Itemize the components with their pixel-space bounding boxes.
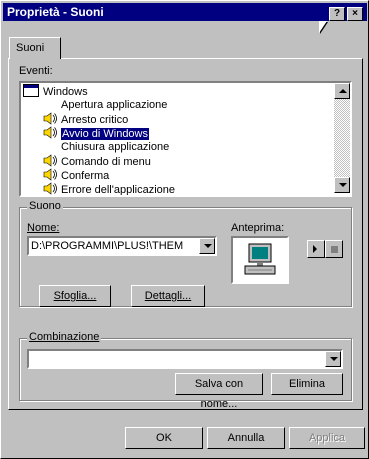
list-item[interactable]: Errore dell'applicazione	[43, 182, 175, 196]
computer-icon	[244, 243, 276, 275]
name-label: Nome:	[27, 222, 60, 234]
list-item[interactable]: Avvio di Windows	[43, 126, 149, 141]
browse-button[interactable]: Sfoglia...	[39, 285, 111, 307]
list-item-label: Comando di menu	[61, 156, 151, 168]
list-item-label: Conferma	[61, 170, 110, 182]
delete-button[interactable]: Elimina	[271, 373, 343, 395]
sound-group-label: Suono	[27, 200, 63, 212]
events-list[interactable]: Windows Apertura applicazione Arresto crit…	[19, 81, 352, 197]
sound-name-select[interactable]: D:\PROGRAMMI\PLUS!\THEM	[27, 236, 217, 256]
list-item-label: Errore dell'applicazione	[61, 184, 175, 196]
scroll-track[interactable]	[334, 99, 350, 177]
scheme-dropdown-button[interactable]	[325, 351, 341, 367]
title-bar[interactable]: Proprietà - Suoni ? ×	[3, 3, 367, 21]
help-button[interactable]: ?	[329, 7, 345, 21]
scroll-down-button[interactable]	[334, 177, 350, 193]
tab-suoni[interactable]: Suoni	[9, 37, 61, 59]
events-label: Eventi:	[19, 65, 53, 77]
speaker-icon	[43, 112, 57, 125]
speaker-icon	[43, 182, 57, 195]
properties-dialog: Proprietà - Suoni ? × Suoni Eventi: Wind…	[0, 0, 369, 459]
list-item[interactable]: Chiusura applicazione	[43, 140, 169, 155]
stop-button[interactable]	[325, 240, 343, 258]
speaker-icon	[43, 154, 57, 167]
mouse-cursor-icon	[319, 21, 327, 33]
window-icon	[23, 84, 39, 97]
scheme-select[interactable]	[27, 349, 343, 369]
list-item-label: Windows	[43, 86, 88, 98]
list-item[interactable]: Conferma	[43, 168, 109, 183]
list-item[interactable]: Windows	[23, 84, 88, 99]
window-title: Proprietà - Suoni	[7, 5, 104, 19]
speaker-icon	[43, 168, 57, 181]
list-item-label: Avvio di Windows	[61, 128, 149, 140]
ok-button[interactable]: OK	[125, 427, 203, 449]
list-item-label: Apertura applicazione	[61, 99, 168, 111]
scheme-group-label: Combinazione	[27, 331, 102, 343]
tab-label: Suoni	[16, 42, 45, 54]
list-item-label: Chiusura applicazione	[61, 141, 170, 153]
apply-button[interactable]: Applica	[289, 427, 365, 449]
close-button[interactable]: ×	[347, 7, 363, 21]
speaker-icon	[43, 126, 57, 139]
save-as-button[interactable]: Salva con nome...	[175, 373, 263, 410]
list-item[interactable]: Comando di menu	[43, 154, 151, 169]
preview-label: Anteprima:	[231, 222, 285, 234]
preview-box	[231, 236, 289, 284]
cancel-button[interactable]: Annulla	[207, 427, 285, 449]
details-button[interactable]: Dettagli...	[131, 285, 205, 307]
list-item[interactable]: Arresto critico	[43, 112, 128, 127]
scroll-up-button[interactable]	[334, 83, 350, 99]
sound-name-value: D:\PROGRAMMI\PLUS!\THEM	[31, 240, 184, 252]
play-button[interactable]	[307, 240, 325, 258]
list-item[interactable]: Apertura applicazione	[43, 98, 167, 113]
sound-name-dropdown-button[interactable]	[199, 238, 215, 254]
tab-panel: Eventi: Windows Apertura applicazione Arre…	[8, 58, 363, 410]
list-item-label: Arresto critico	[61, 114, 129, 126]
events-scrollbar[interactable]	[334, 83, 350, 193]
